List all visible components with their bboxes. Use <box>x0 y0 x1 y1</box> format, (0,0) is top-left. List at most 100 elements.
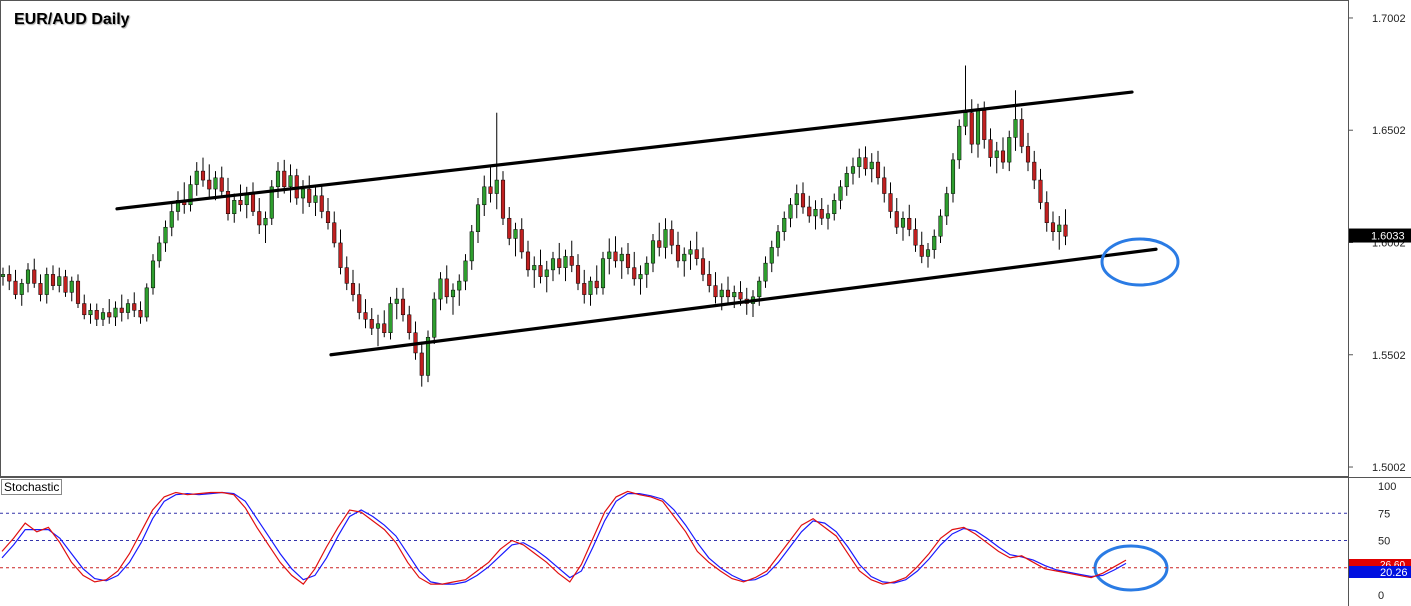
candle <box>575 254 581 291</box>
candle-body <box>807 206 812 217</box>
candle <box>1007 130 1012 172</box>
candle <box>38 274 43 302</box>
candle-body <box>707 274 712 286</box>
candle <box>632 251 637 286</box>
candle <box>407 305 412 340</box>
candle-body <box>919 244 924 257</box>
candle-body <box>588 280 593 295</box>
candle <box>607 238 612 275</box>
stoch-tick-label: 75 <box>1378 508 1390 520</box>
candle <box>444 265 449 304</box>
candle <box>357 283 362 320</box>
candle-body <box>632 267 637 280</box>
candle-body <box>563 256 568 268</box>
candle <box>269 180 274 225</box>
candle <box>182 182 187 214</box>
candle-body <box>394 298 399 304</box>
candle <box>1000 137 1006 169</box>
candle-body <box>432 298 437 338</box>
stoch-tick-label: 100 <box>1378 481 1396 493</box>
candle-body <box>725 289 731 298</box>
candle-body <box>625 253 631 268</box>
candle-body <box>50 274 56 286</box>
candle <box>850 157 856 185</box>
candle <box>819 198 824 225</box>
candle <box>1025 132 1031 172</box>
candle-body <box>57 276 62 286</box>
candle <box>669 220 674 255</box>
candle-body <box>644 262 649 275</box>
candle <box>382 310 387 338</box>
candle-body <box>157 242 162 262</box>
candle-body <box>38 283 43 295</box>
candle <box>569 240 574 273</box>
candle-body <box>494 179 499 194</box>
candle-body <box>69 280 74 293</box>
candle <box>144 283 149 322</box>
candle <box>107 299 112 324</box>
candle-body <box>757 280 762 298</box>
candle <box>207 164 212 199</box>
candle <box>519 218 524 259</box>
price-tick-label: 1.5502 <box>1372 350 1406 362</box>
candle <box>675 231 681 268</box>
candle <box>0 267 6 286</box>
candle-body <box>169 211 174 228</box>
candle-body <box>350 283 356 295</box>
candle <box>32 258 37 288</box>
candle <box>869 153 874 183</box>
candle <box>175 191 181 221</box>
candle-body <box>7 274 12 282</box>
candle <box>1050 211 1056 241</box>
candle-body <box>607 251 612 259</box>
candle <box>100 308 106 327</box>
candle <box>600 251 606 295</box>
candle <box>463 254 468 291</box>
candle-body <box>150 260 156 289</box>
candle <box>319 184 324 219</box>
candle <box>363 299 368 329</box>
candle <box>832 193 837 221</box>
candle-body <box>75 280 81 304</box>
candle-body <box>132 303 137 311</box>
candle-body <box>544 269 549 277</box>
candle <box>257 198 262 234</box>
candle-body <box>888 193 893 212</box>
candle <box>913 218 918 252</box>
candle-body <box>1025 146 1031 163</box>
price-tick-label: 1.6502 <box>1372 125 1406 137</box>
candle-body <box>419 352 424 376</box>
candle <box>725 276 731 304</box>
candle <box>425 330 431 383</box>
candle <box>475 198 481 243</box>
candle <box>1057 215 1062 250</box>
candle <box>369 308 374 335</box>
candle-body <box>288 175 293 188</box>
candle-body <box>63 276 68 293</box>
candle-body <box>1032 161 1037 181</box>
candle-body <box>25 269 31 284</box>
candle <box>813 200 818 230</box>
candle-body <box>1050 222 1056 232</box>
candle-body <box>125 303 131 313</box>
candle <box>7 265 12 291</box>
candle <box>113 301 118 327</box>
candle-body <box>382 323 387 334</box>
chart-title: EUR/AUD Daily <box>14 11 130 28</box>
candle <box>794 184 799 219</box>
candle <box>688 240 693 270</box>
candle <box>494 112 499 210</box>
candle-body <box>344 267 349 284</box>
candle-body <box>19 283 24 295</box>
candle <box>663 218 668 259</box>
candle-body <box>119 307 124 313</box>
candle-body <box>769 247 774 264</box>
candle-body <box>263 217 268 226</box>
stoch-tick-label: 0 <box>1378 590 1384 602</box>
candle-body <box>307 188 312 203</box>
candle-body <box>488 186 493 194</box>
candle-body <box>82 303 87 316</box>
candle <box>988 128 993 167</box>
candle-body <box>538 265 543 277</box>
candle <box>194 162 199 196</box>
